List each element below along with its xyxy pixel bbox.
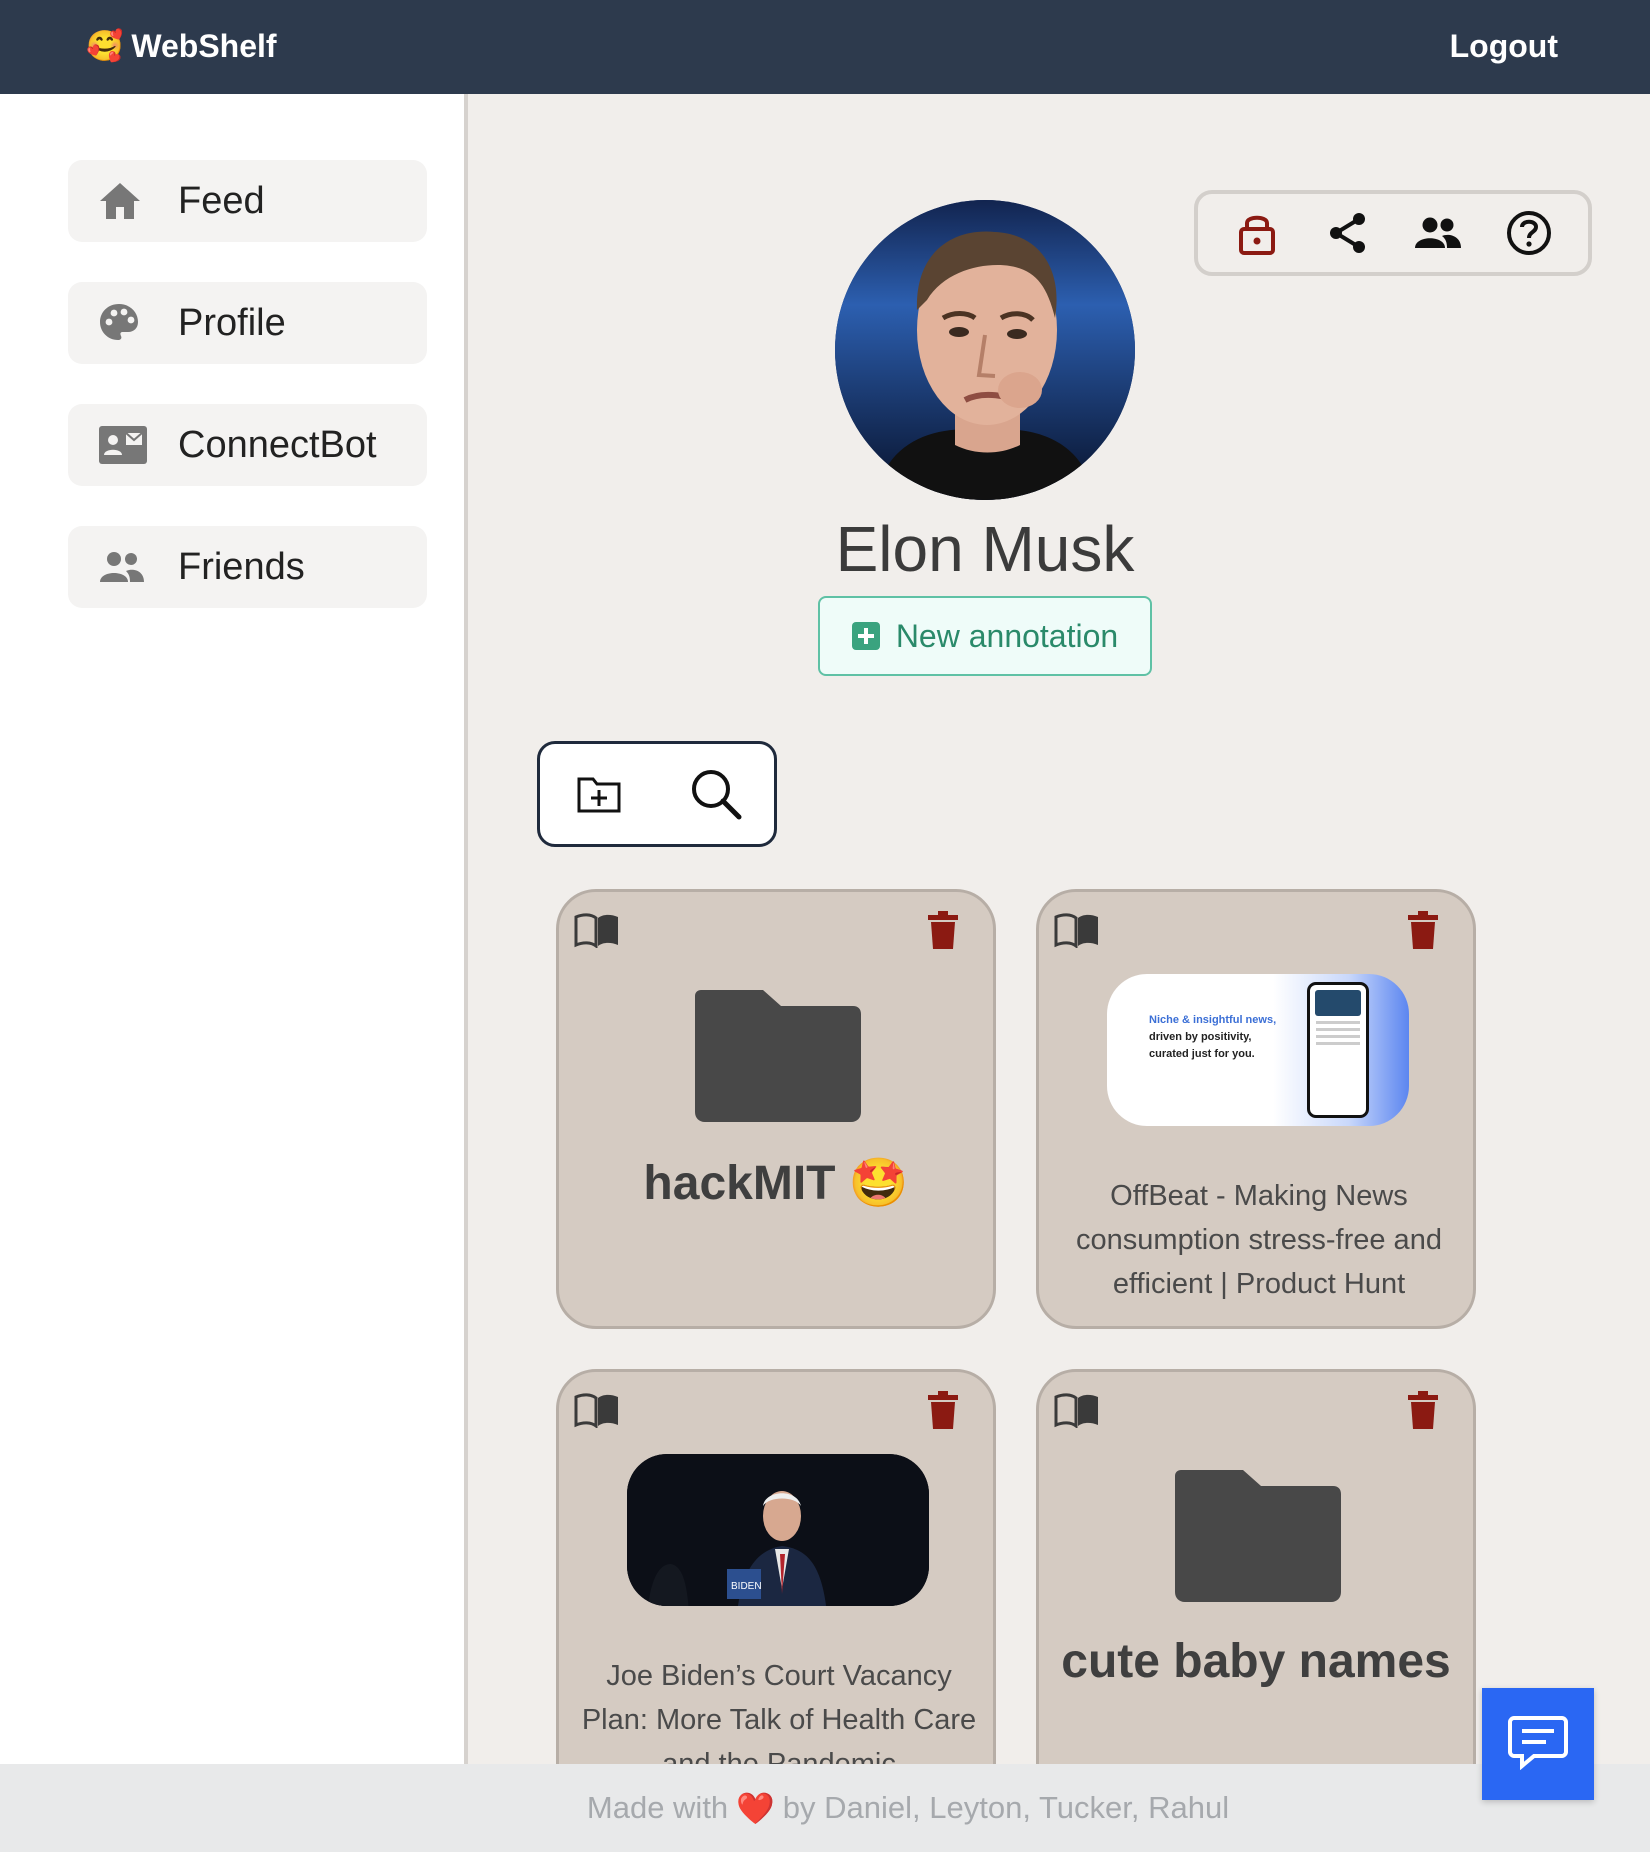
brand-emoji-icon: 🥰 bbox=[86, 29, 124, 63]
folder-card[interactable]: hackMIT 🤩 bbox=[556, 889, 996, 1329]
sidebar-item-connectbot[interactable]: ConnectBot bbox=[68, 404, 427, 486]
footer-prefix: Made with bbox=[586, 1790, 729, 1825]
sidebar-item-label: Profile bbox=[178, 301, 286, 344]
folder-icon bbox=[693, 984, 863, 1124]
folder-icon bbox=[1173, 1464, 1343, 1604]
open-book-icon[interactable] bbox=[1053, 1392, 1103, 1432]
profile-main: Elon Musk New annotation hackMIT 🤩 Niche… bbox=[472, 94, 1650, 1829]
open-book-icon[interactable] bbox=[1053, 912, 1103, 952]
thumb-line: driven by positivity, bbox=[1149, 1031, 1252, 1043]
trash-icon[interactable] bbox=[927, 1390, 963, 1434]
home-icon bbox=[98, 177, 158, 225]
avatar bbox=[835, 200, 1135, 500]
footer-credits: by Daniel, Leyton, Tucker, Rahul bbox=[782, 1790, 1230, 1825]
sidebar: Feed Profile ConnectBot Friends bbox=[0, 94, 468, 1764]
new-annotation-label: New annotation bbox=[895, 617, 1119, 654]
trash-icon[interactable] bbox=[1407, 910, 1443, 954]
link-card[interactable]: Niche & insightful news, driven by posit… bbox=[1036, 889, 1476, 1329]
help-icon[interactable] bbox=[1499, 203, 1559, 263]
link-title: OffBeat - Making News consumption stress… bbox=[1076, 1180, 1442, 1300]
sidebar-item-feed[interactable]: Feed bbox=[68, 160, 427, 242]
folder-card[interactable]: cute baby names bbox=[1036, 1369, 1476, 1829]
search-icon[interactable] bbox=[686, 764, 746, 824]
thumb-line: Niche & insightful news, bbox=[1149, 1014, 1277, 1026]
top-navbar: 🥰 WebShelf Logout bbox=[0, 0, 1650, 94]
folder-toolbar bbox=[537, 741, 777, 847]
folder-title: hackMIT 🤩 bbox=[643, 1157, 909, 1210]
link-thumbnail: Niche & insightful news, driven by posit… bbox=[1107, 974, 1409, 1126]
people-icon[interactable] bbox=[1408, 203, 1468, 263]
phone-mockup bbox=[1307, 982, 1369, 1118]
brand-name: WebShelf bbox=[131, 27, 277, 64]
heart-icon: ❤️ bbox=[736, 1790, 775, 1826]
new-folder-icon[interactable] bbox=[569, 764, 629, 824]
plus-square-icon bbox=[851, 622, 880, 650]
new-annotation-button[interactable]: New annotation bbox=[818, 596, 1152, 676]
link-thumbnail: BIDEN bbox=[627, 1454, 929, 1606]
chat-button[interactable] bbox=[1482, 1688, 1594, 1800]
chat-icon bbox=[1508, 1714, 1568, 1775]
sidebar-item-label: ConnectBot bbox=[178, 423, 377, 466]
open-book-icon[interactable] bbox=[573, 912, 623, 952]
sidebar-item-friends[interactable]: Friends bbox=[68, 526, 427, 608]
contact-card-icon bbox=[98, 421, 158, 469]
thumb-line: curated just for you. bbox=[1149, 1048, 1255, 1060]
trash-icon[interactable] bbox=[927, 910, 963, 954]
palette-icon bbox=[98, 299, 158, 347]
folder-title: cute baby names bbox=[1061, 1635, 1451, 1688]
link-card[interactable]: BIDEN Joe Biden’s Court Vacancy Plan: Mo… bbox=[556, 1369, 996, 1829]
people-icon bbox=[98, 543, 158, 591]
profile-toolbar bbox=[1194, 190, 1592, 276]
lock-icon[interactable] bbox=[1227, 203, 1287, 263]
open-book-icon[interactable] bbox=[573, 1392, 623, 1432]
footer: Made with ❤️ by Daniel, Leyton, Tucker, … bbox=[0, 1764, 1650, 1852]
profile-name: Elon Musk bbox=[835, 513, 1135, 585]
brand-logo[interactable]: 🥰 WebShelf bbox=[86, 24, 277, 68]
svg-text:BIDEN: BIDEN bbox=[731, 1581, 762, 1592]
sidebar-item-profile[interactable]: Profile bbox=[68, 282, 427, 364]
logout-button[interactable]: Logout bbox=[1450, 24, 1558, 68]
sidebar-item-label: Feed bbox=[178, 179, 265, 222]
share-icon[interactable] bbox=[1318, 203, 1378, 263]
sidebar-item-label: Friends bbox=[178, 545, 305, 588]
trash-icon[interactable] bbox=[1407, 1390, 1443, 1434]
